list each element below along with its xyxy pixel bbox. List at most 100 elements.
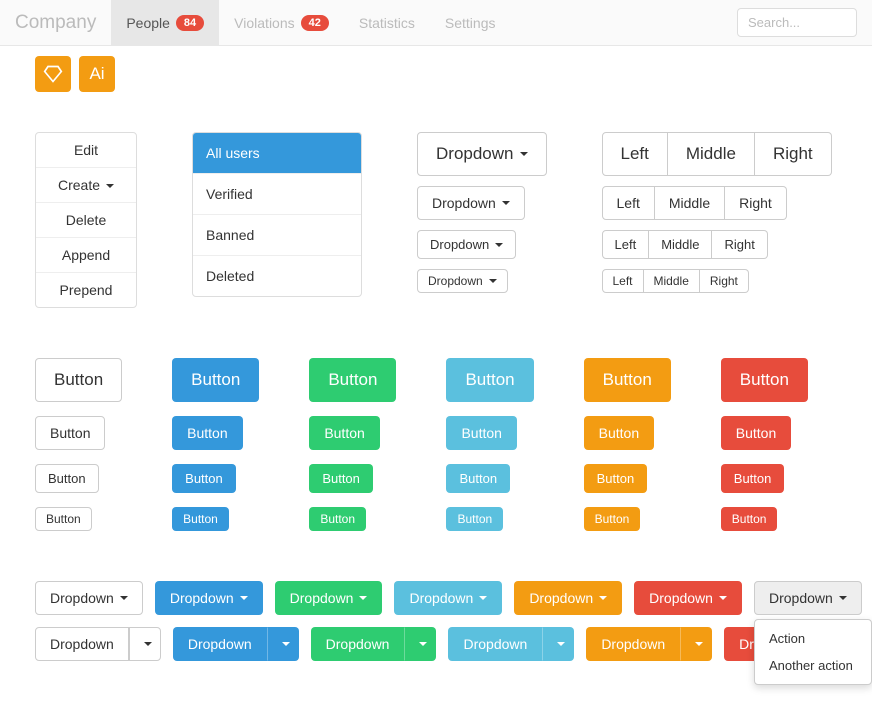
ai-icon-button[interactable]: Ai xyxy=(79,56,115,92)
list-item-edit[interactable]: Edit xyxy=(36,133,136,168)
group-btn-left[interactable]: Left xyxy=(602,269,644,293)
group-btn-left[interactable]: Left xyxy=(602,230,650,259)
split-caret[interactable] xyxy=(680,627,712,661)
btn-primary-xs[interactable]: Button xyxy=(172,507,229,531)
nav-item-settings[interactable]: Settings xyxy=(430,0,511,46)
btn-warning-lg[interactable]: Button xyxy=(584,358,671,402)
btn-info-sm[interactable]: Button xyxy=(446,464,510,493)
list-item-create[interactable]: Create xyxy=(36,168,136,203)
btn-label: Dropdown xyxy=(430,237,489,252)
btn-label: Dropdown xyxy=(50,590,114,606)
btn-primary-md[interactable]: Button xyxy=(172,416,242,450)
nav-label: Violations xyxy=(234,15,294,31)
dropdown-info[interactable]: Dropdown xyxy=(394,581,502,615)
btn-danger-lg[interactable]: Button xyxy=(721,358,808,402)
split-caret[interactable] xyxy=(267,627,299,661)
btn-default-sm[interactable]: Button xyxy=(35,464,99,493)
split-default: Dropdown xyxy=(35,627,161,661)
menu-item-another[interactable]: Another action xyxy=(755,652,871,679)
btn-danger-md[interactable]: Button xyxy=(721,416,791,450)
btn-warning-xs[interactable]: Button xyxy=(584,507,641,531)
user-item-verified[interactable]: Verified xyxy=(193,174,361,215)
caret-down-icon xyxy=(419,642,427,646)
btn-success-lg[interactable]: Button xyxy=(309,358,396,402)
nav-item-people[interactable]: People 84 xyxy=(111,0,219,46)
user-item-banned[interactable]: Banned xyxy=(193,215,361,256)
dropdown-primary[interactable]: Dropdown xyxy=(155,581,263,615)
dropdown-button-md[interactable]: Dropdown xyxy=(417,186,525,220)
group-btn-middle[interactable]: Middle xyxy=(668,132,755,176)
group-btn-right[interactable]: Right xyxy=(725,186,787,220)
dropdown-button-sm[interactable]: Dropdown xyxy=(417,230,516,259)
list-item-append[interactable]: Append xyxy=(36,238,136,273)
split-main[interactable]: Dropdown xyxy=(35,627,129,661)
btn-default-md[interactable]: Button xyxy=(35,416,105,450)
dropdown-success[interactable]: Dropdown xyxy=(275,581,383,615)
btn-label: Dropdown xyxy=(769,590,833,606)
group-btn-left[interactable]: Left xyxy=(602,132,668,176)
list-item-delete[interactable]: Delete xyxy=(36,203,136,238)
split-caret[interactable] xyxy=(542,627,574,661)
btn-primary-sm[interactable]: Button xyxy=(172,464,236,493)
dropdown-danger[interactable]: Dropdown xyxy=(634,581,742,615)
btn-info-md[interactable]: Button xyxy=(446,416,516,450)
ai-icon: Ai xyxy=(89,64,104,84)
btn-label: Dropdown xyxy=(649,590,713,606)
caret-down-icon xyxy=(240,596,248,600)
user-filter-list: All users Verified Banned Deleted xyxy=(192,132,362,297)
button-group-lg: Left Middle Right xyxy=(602,132,832,176)
split-success: Dropdown xyxy=(311,627,437,661)
caret-down-icon xyxy=(359,596,367,600)
nav-badge: 84 xyxy=(176,15,204,31)
btn-info-xs[interactable]: Button xyxy=(446,507,503,531)
action-list: Edit Create Delete Append Prepend xyxy=(35,132,137,308)
group-btn-middle[interactable]: Middle xyxy=(644,269,700,293)
btn-danger-sm[interactable]: Button xyxy=(721,464,785,493)
nav-item-violations[interactable]: Violations 42 xyxy=(219,0,344,46)
nav-item-statistics[interactable]: Statistics xyxy=(344,0,430,46)
btn-success-sm[interactable]: Button xyxy=(309,464,373,493)
group-btn-right[interactable]: Right xyxy=(712,230,767,259)
split-caret[interactable] xyxy=(129,627,161,661)
btn-label: Dropdown xyxy=(409,590,473,606)
btn-success-xs[interactable]: Button xyxy=(309,507,366,531)
dropdown-button-xs[interactable]: Dropdown xyxy=(417,269,508,293)
group-btn-left[interactable]: Left xyxy=(602,186,655,220)
dropdown-default[interactable]: Dropdown xyxy=(35,581,143,615)
caret-down-icon xyxy=(489,279,497,283)
diamond-icon xyxy=(43,64,63,84)
caret-down-icon xyxy=(144,642,152,646)
split-main[interactable]: Dropdown xyxy=(448,627,542,661)
nav-label: Settings xyxy=(445,15,496,31)
list-item-prepend[interactable]: Prepend xyxy=(36,273,136,307)
btn-warning-md[interactable]: Button xyxy=(584,416,654,450)
user-item-all[interactable]: All users xyxy=(193,133,361,174)
group-btn-middle[interactable]: Middle xyxy=(649,230,712,259)
diamond-icon-button[interactable] xyxy=(35,56,71,92)
button-group-stack: Left Middle Right Left Middle Right Left… xyxy=(602,132,832,293)
btn-default-lg[interactable]: Button xyxy=(35,358,122,402)
btn-label: Dropdown xyxy=(170,590,234,606)
split-main[interactable]: Dropdown xyxy=(586,627,680,661)
btn-default-xs[interactable]: Button xyxy=(35,507,92,531)
menu-item-action[interactable]: Action xyxy=(755,625,871,652)
dropdown-warning[interactable]: Dropdown xyxy=(514,581,622,615)
dropdown-button-lg[interactable]: Dropdown xyxy=(417,132,547,176)
split-main[interactable]: Dropdown xyxy=(311,627,405,661)
btn-danger-xs[interactable]: Button xyxy=(721,507,778,531)
btn-primary-lg[interactable]: Button xyxy=(172,358,259,402)
btn-info-lg[interactable]: Button xyxy=(446,358,533,402)
group-btn-right[interactable]: Right xyxy=(700,269,749,293)
split-caret[interactable] xyxy=(404,627,436,661)
split-main[interactable]: Dropdown xyxy=(173,627,267,661)
btn-label: Dropdown xyxy=(432,195,496,211)
dropdown-grey-open: Dropdown Action Another action xyxy=(754,581,862,615)
btn-success-md[interactable]: Button xyxy=(309,416,379,450)
user-item-deleted[interactable]: Deleted xyxy=(193,256,361,296)
dropdown-grey[interactable]: Dropdown xyxy=(754,581,862,615)
group-btn-right[interactable]: Right xyxy=(755,132,832,176)
btn-warning-sm[interactable]: Button xyxy=(584,464,648,493)
search-input[interactable] xyxy=(737,8,857,37)
group-btn-middle[interactable]: Middle xyxy=(655,186,725,220)
nav-list: People 84 Violations 42 Statistics Setti… xyxy=(111,0,737,46)
